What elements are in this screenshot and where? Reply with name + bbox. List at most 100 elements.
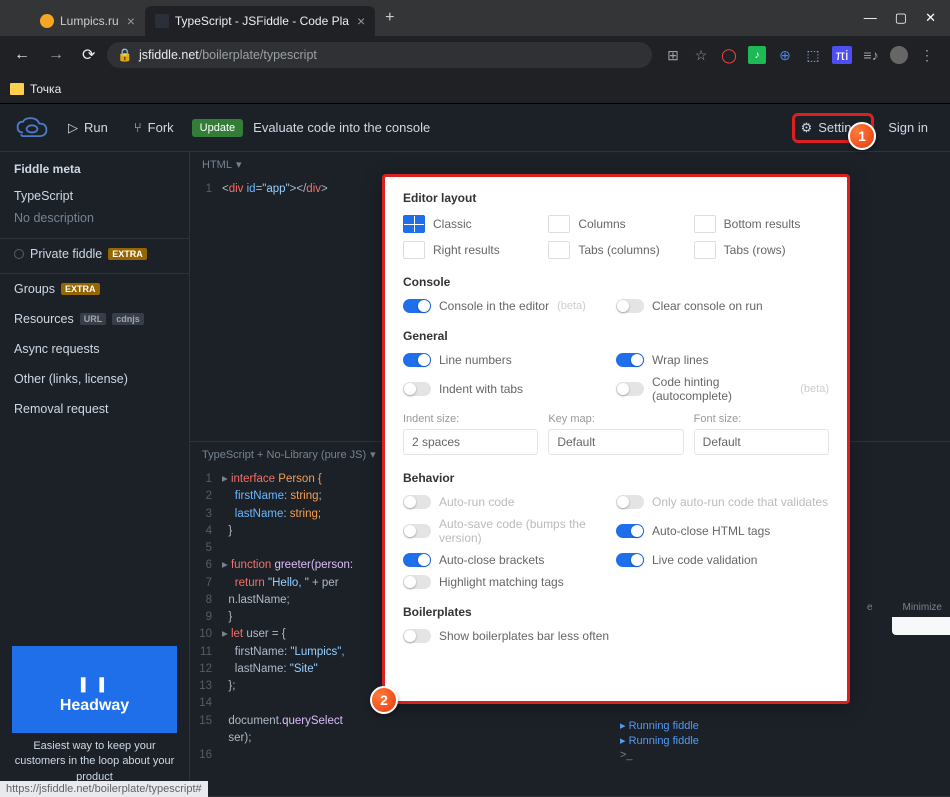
- toggle-icon: [403, 524, 431, 538]
- chevron-down-icon: ▾: [236, 158, 242, 171]
- toggle-icon: [616, 382, 644, 396]
- console-output: ▸ Running fiddle ▸ Running fiddle >_: [610, 713, 930, 767]
- translate-icon[interactable]: ⊞: [664, 46, 682, 64]
- beta-label: (beta): [800, 383, 829, 395]
- toggle-icon: [403, 575, 431, 589]
- jsfiddle-logo[interactable]: [14, 116, 50, 140]
- button-label: Run: [84, 120, 108, 135]
- sidebar-item-async[interactable]: Async requests: [0, 334, 189, 364]
- toggle-autoclose-html[interactable]: Auto-close HTML tags: [616, 517, 829, 545]
- ext-icon[interactable]: πi: [832, 46, 852, 64]
- toggle-boilerplates-less[interactable]: Show boilerplates bar less often: [403, 629, 829, 643]
- toggle-clear-console[interactable]: Clear console on run: [616, 299, 829, 313]
- layout-icon: [694, 241, 716, 259]
- close-icon[interactable]: ✕: [925, 10, 936, 26]
- ext-icon[interactable]: ♪: [748, 46, 766, 64]
- label: Only auto-run code that validates: [652, 495, 828, 509]
- close-icon[interactable]: ×: [127, 13, 135, 29]
- keymap-select[interactable]: Default: [548, 429, 683, 455]
- toggle-autosave[interactable]: Auto-save code (bumps the version): [403, 517, 616, 545]
- description-input[interactable]: No description: [14, 208, 175, 228]
- toggle-live-validation[interactable]: Live code validation: [616, 553, 829, 567]
- url-input[interactable]: 🔒 jsfiddle.net/boilerplate/typescript: [107, 42, 652, 68]
- window-controls: — ▢ ✕: [864, 10, 950, 26]
- back-button[interactable]: ←: [8, 42, 36, 68]
- app-toolbar: ▷Run ⑂Fork Update Evaluate code into the…: [0, 104, 950, 152]
- layout-tabs-columns[interactable]: Tabs (columns): [548, 241, 683, 259]
- new-tab-button[interactable]: +: [375, 9, 404, 27]
- star-icon[interactable]: ☆: [692, 46, 710, 64]
- console-prompt[interactable]: >_: [620, 749, 920, 761]
- section-title: General: [403, 329, 829, 343]
- close-icon[interactable]: ×: [357, 13, 365, 29]
- maximize-icon[interactable]: ▢: [895, 10, 907, 26]
- toggle-autorun[interactable]: Auto-run code: [403, 495, 616, 509]
- forward-button[interactable]: →: [42, 42, 70, 68]
- toggle-autoclose-brackets[interactable]: Auto-close brackets: [403, 553, 616, 567]
- private-toggle[interactable]: Private fiddle EXTRA: [0, 239, 189, 269]
- signin-button[interactable]: Sign in: [880, 116, 936, 139]
- toggle-console-editor[interactable]: Console in the editor (beta): [403, 299, 616, 313]
- fiddle-name-input[interactable]: TypeScript: [14, 184, 175, 208]
- layout-classic[interactable]: Classic: [403, 215, 538, 233]
- ext-icon[interactable]: ⊕: [776, 46, 794, 64]
- layout-columns[interactable]: Columns: [548, 215, 683, 233]
- label: Auto-run code: [439, 495, 514, 509]
- toolbar-hint: Evaluate code into the console: [253, 120, 430, 135]
- ad-banner[interactable]: ╻╻ Headway: [12, 646, 177, 733]
- run-button[interactable]: ▷Run: [60, 116, 116, 140]
- toggle-line-numbers[interactable]: Line numbers: [403, 353, 616, 367]
- ext-icon[interactable]: ⬚: [804, 46, 822, 64]
- toggle-highlight-tags[interactable]: Highlight matching tags: [403, 575, 829, 589]
- toggle-indent-tabs[interactable]: Indent with tabs: [403, 375, 616, 403]
- browser-tab-active[interactable]: TypeScript - JSFiddle - Code Pla ×: [145, 6, 375, 36]
- section-title: Editor layout: [403, 191, 829, 205]
- beta-label: (beta): [557, 300, 586, 312]
- sidebar-item-removal[interactable]: Removal request: [0, 394, 189, 424]
- layout-icon: [694, 215, 716, 233]
- url-host: jsfiddle.net: [139, 48, 199, 62]
- minimize-icon[interactable]: —: [864, 10, 877, 26]
- chevron-down-icon: ▾: [370, 448, 376, 461]
- sidebar-item-other[interactable]: Other (links, license): [0, 364, 189, 394]
- update-button[interactable]: Update: [192, 119, 243, 137]
- avatar-icon[interactable]: [890, 46, 908, 64]
- indent-size-select[interactable]: 2 spaces: [403, 429, 538, 455]
- label: Console in the editor: [439, 299, 549, 313]
- fork-button[interactable]: ⑂Fork: [126, 116, 182, 139]
- section-title: Behavior: [403, 471, 829, 485]
- sidebar-item-groups[interactable]: Groups EXTRA: [0, 274, 189, 304]
- menu-icon[interactable]: ⋮: [918, 46, 936, 64]
- fontsize-select[interactable]: Default: [694, 429, 829, 455]
- label: TypeScript + No-Library (pure JS): [202, 449, 366, 461]
- minimize-link[interactable]: eMinimize: [859, 598, 950, 617]
- url-badge: URL: [80, 313, 107, 325]
- toggle-autorun-valid[interactable]: Only auto-run code that validates: [616, 495, 829, 509]
- label: Tabs (rows): [724, 243, 786, 257]
- toggle-code-hinting[interactable]: Code hinting (autocomplete) (beta): [616, 375, 829, 403]
- field-label: Font size:: [694, 413, 829, 425]
- playlist-icon[interactable]: ≡♪: [862, 46, 880, 64]
- toggle-icon: [616, 353, 644, 367]
- bookmark-item[interactable]: Точка: [10, 82, 61, 96]
- toggle-wrap-lines[interactable]: Wrap lines: [616, 353, 829, 367]
- layout-bottom[interactable]: Bottom results: [694, 215, 829, 233]
- extra-badge: EXTRA: [108, 248, 147, 260]
- url-path: /boilerplate/typescript: [199, 48, 317, 62]
- layout-icon: [403, 241, 425, 259]
- layout-right[interactable]: Right results: [403, 241, 538, 259]
- favicon-icon: [155, 14, 169, 28]
- fork-icon: ⑂: [134, 120, 142, 135]
- console-line: ▸ Running fiddle: [620, 719, 920, 732]
- toggle-icon: [403, 299, 431, 313]
- browser-tab[interactable]: Lumpics.ru ×: [30, 6, 145, 36]
- sidebar-item-resources[interactable]: Resources URL cdnjs: [0, 304, 189, 334]
- layout-icon: [548, 241, 570, 259]
- label: Columns: [578, 217, 625, 231]
- layout-tabs-rows[interactable]: Tabs (rows): [694, 241, 829, 259]
- ext-icon[interactable]: ◯: [720, 46, 738, 64]
- settings-panel: Editor layout Classic Columns Bottom res…: [382, 174, 850, 704]
- toggle-icon: [616, 495, 644, 509]
- reload-button[interactable]: ⟳: [76, 41, 101, 69]
- label: Auto-close HTML tags: [652, 524, 770, 538]
